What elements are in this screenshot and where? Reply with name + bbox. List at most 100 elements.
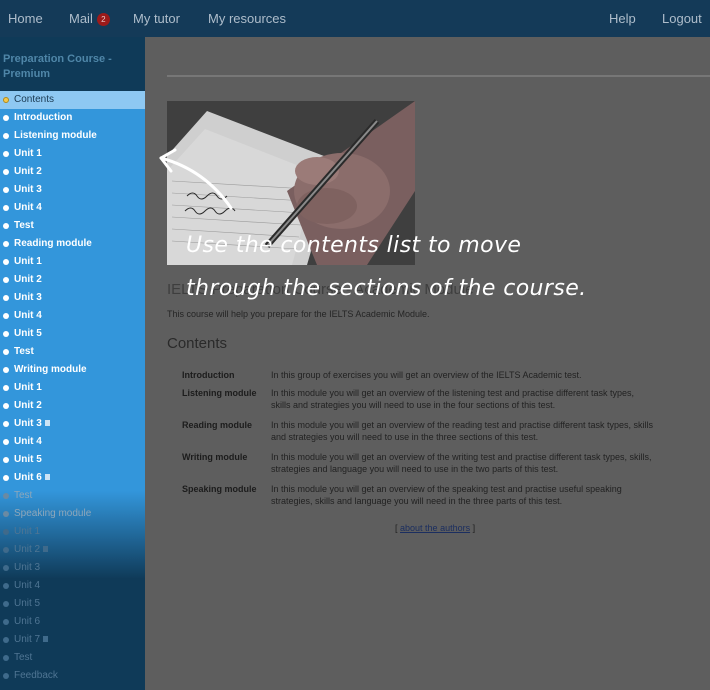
sidebar-item-label: Unit 2: [14, 400, 42, 411]
sidebar-item-unit-4[interactable]: Unit 4: [0, 433, 145, 451]
bullet-dot-icon: [3, 331, 9, 337]
module-description-line: In this group of exercises you will get …: [271, 370, 582, 380]
module-description: In this module you will get an overview …: [271, 419, 710, 443]
sidebar-item-unit-1[interactable]: Unit 1: [0, 253, 145, 271]
sidebar-item-label: Unit 1: [14, 526, 41, 537]
course-title: Preparation Course - Premium: [3, 53, 112, 80]
bullet-dot-icon: [3, 295, 9, 301]
sidebar-item-unit-1[interactable]: Unit 1: [0, 379, 145, 397]
sidebar-item-unit-5[interactable]: Unit 5: [0, 451, 145, 469]
header-divider: [167, 75, 710, 77]
sidebar-item-unit-6[interactable]: Unit 6: [0, 613, 145, 631]
mail-count-badge: 2: [96, 13, 110, 26]
bullet-dot-icon: [3, 547, 9, 553]
sidebar-item-label: Unit 5: [14, 328, 42, 339]
sidebar-item-test[interactable]: Test: [0, 487, 145, 505]
sidebar-item-unit-4[interactable]: Unit 4: [0, 307, 145, 325]
sidebar-item-listening-module[interactable]: Listening module: [0, 127, 145, 145]
nav-help-link[interactable]: Help: [609, 11, 636, 26]
sidebar-item-test[interactable]: Test: [0, 343, 145, 361]
sidebar-item-unit-1[interactable]: Unit 1: [0, 145, 145, 163]
sidebar-item-label: Unit 4: [14, 310, 42, 321]
module-description: In this module you will get an overview …: [271, 451, 710, 475]
sidebar-item-label: Unit 4: [14, 580, 41, 591]
bullet-dot-icon: [3, 493, 9, 499]
nav-mail-link[interactable]: Mail 2: [69, 11, 110, 26]
bullet-dot-icon: [3, 529, 9, 535]
bullet-dot-icon: [3, 115, 9, 121]
module-name: Writing module: [182, 452, 248, 462]
sidebar-item-unit-1[interactable]: Unit 1: [0, 523, 145, 541]
top-navigation-bar: Home Mail 2 My tutor My resources Help Lo…: [0, 0, 710, 37]
module-description: In this group of exercises you will get …: [271, 369, 710, 381]
sidebar-item-label: Unit 4: [14, 436, 42, 447]
sidebar-item-contents[interactable]: Contents: [0, 91, 145, 109]
module-description-line: In this module you will get an overview …: [271, 388, 635, 398]
module-description-line: skills and strategies you will need to u…: [271, 400, 556, 410]
module-description: In this module you will get an overview …: [271, 387, 710, 411]
module-name: Speaking module: [182, 484, 257, 494]
about-authors-line: [ about the authors ]: [395, 523, 475, 533]
sidebar-item-unit-2[interactable]: Unit 2: [0, 541, 145, 559]
callout-line: through the sections of the course.: [186, 276, 587, 301]
curved-arrow-icon: [159, 148, 233, 210]
module-description-line: and strategies you will need to use in t…: [271, 432, 539, 442]
sidebar-item-test[interactable]: Test: [0, 649, 145, 667]
sidebar-item-unit-3[interactable]: Unit 3: [0, 559, 145, 577]
about-authors-link[interactable]: about the authors: [400, 523, 470, 533]
sidebar-item-label: Unit 1: [14, 148, 42, 159]
bullet-dot-icon: [3, 133, 9, 139]
sidebar-item-unit-2[interactable]: Unit 2: [0, 271, 145, 289]
sidebar-item-label: Unit 3: [14, 292, 42, 303]
sidebar-item-speaking-module[interactable]: Speaking module: [0, 505, 145, 523]
sidebar-item-label: Unit 1: [14, 256, 42, 267]
sidebar-item-unit-2[interactable]: Unit 2: [0, 163, 145, 181]
sidebar-item-label: Unit 6: [14, 616, 41, 627]
bullet-dot-icon: [3, 259, 9, 265]
sidebar-item-introduction[interactable]: Introduction: [0, 109, 145, 127]
bullet-dot-icon: [3, 313, 9, 319]
nav-my-resources-link[interactable]: My resources: [208, 11, 286, 26]
bullet-dot-icon: [3, 385, 9, 391]
sidebar-item-unit-5[interactable]: Unit 5: [0, 595, 145, 613]
nav-mail-label: Mail: [69, 11, 93, 26]
sidebar-item-label: Unit 1: [14, 382, 42, 393]
sidebar-item-writing-module[interactable]: Writing module: [0, 361, 145, 379]
contents-heading: Contents: [167, 335, 228, 352]
sidebar-item-unit-5[interactable]: Unit 5: [0, 325, 145, 343]
sidebar-item-unit-3[interactable]: Unit 3: [0, 289, 145, 307]
sidebar-item-label: Writing module: [14, 364, 87, 375]
sidebar-item-test[interactable]: Test: [0, 217, 145, 235]
sidebar-item-reading-module[interactable]: Reading module: [0, 235, 145, 253]
nav-home-link[interactable]: Home: [8, 11, 43, 26]
bullet-dot-icon: [3, 637, 9, 643]
sidebar-item-unit-7[interactable]: Unit 7: [0, 631, 145, 649]
sidebar-item-unit-2[interactable]: Unit 2: [0, 397, 145, 415]
bullet-dot-icon: [3, 619, 9, 625]
sidebar-item-label: Unit 3: [14, 418, 42, 429]
sidebar-item-label: Unit 3: [14, 184, 42, 195]
sidebar-item-label: Introduction: [14, 112, 73, 123]
bullet-dot-icon: [3, 151, 9, 157]
sidebar-item-unit-3[interactable]: Unit 3: [0, 415, 145, 433]
bullet-dot-icon: [3, 349, 9, 355]
tutorial-callout: Use the contents list to move through th…: [186, 224, 626, 310]
bullet-dot-icon: [3, 439, 9, 445]
sidebar-item-label: Listening module: [14, 130, 97, 141]
sidebar-item-unit-6[interactable]: Unit 6: [0, 469, 145, 487]
bullet-dot-icon: [3, 169, 9, 175]
main-content: IELTS Preparation Course - Academic Modu…: [145, 37, 710, 690]
sidebar-item-unit-4[interactable]: Unit 4: [0, 577, 145, 595]
sidebar-item-feedback[interactable]: Feedback: [0, 667, 145, 685]
nav-my-tutor-link[interactable]: My tutor: [133, 11, 180, 26]
sidebar-item-label: Unit 4: [14, 202, 42, 213]
nav-logout-link[interactable]: Logout: [662, 11, 702, 26]
sidebar-item-label: Test: [14, 346, 34, 357]
module-description-line: In this module you will get an overview …: [271, 420, 654, 430]
sidebar-item-unit-3[interactable]: Unit 3: [0, 181, 145, 199]
sidebar-item-unit-4[interactable]: Unit 4: [0, 199, 145, 217]
bullet-dot-icon: [3, 511, 9, 517]
module-name: Reading module: [182, 420, 253, 430]
flag-icon: [44, 420, 50, 426]
sidebar-item-label: Test: [14, 652, 33, 663]
